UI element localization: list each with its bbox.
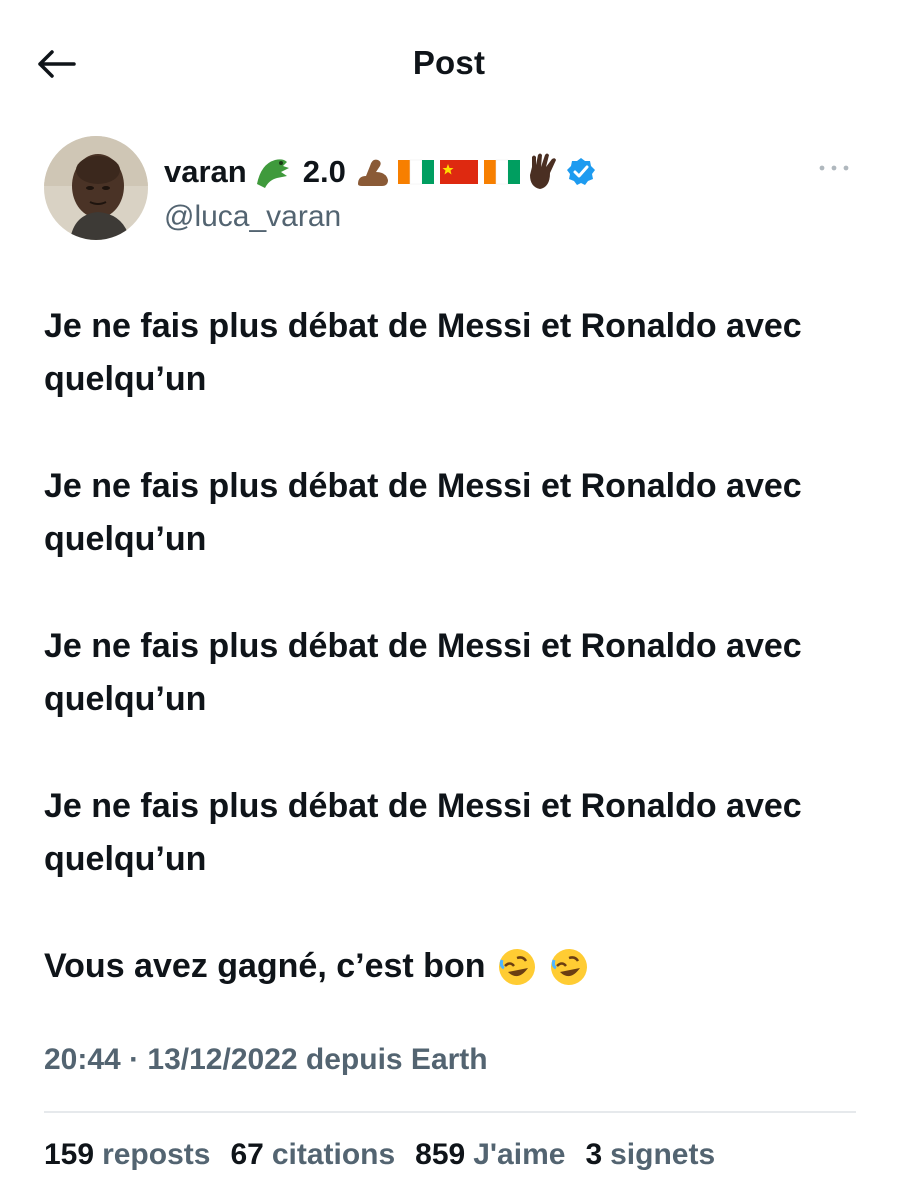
engagement-stats: 159 reposts 67 citations 859 J'aime 3 signet… bbox=[44, 1138, 715, 1172]
ivory-coast-flag-icon bbox=[483, 158, 520, 186]
likes-label: J'aime bbox=[473, 1138, 566, 1171]
name-suffix: 2.0 bbox=[302, 154, 346, 189]
post-time[interactable]: 20:44 bbox=[44, 1043, 121, 1076]
verified-badge-icon bbox=[566, 157, 596, 187]
bookmarks-label: signets bbox=[610, 1138, 716, 1171]
avatar[interactable] bbox=[44, 136, 148, 240]
china-flag-icon bbox=[439, 158, 478, 186]
crocodile-icon bbox=[253, 154, 293, 190]
post-paragraph: Je ne fais plus débat de Messi et Ronald… bbox=[44, 307, 802, 398]
reposts-count: 159 bbox=[44, 1138, 95, 1171]
likes-count: 859 bbox=[415, 1138, 466, 1171]
ivory-coast-flag-icon bbox=[397, 158, 434, 186]
reposts-label: reposts bbox=[102, 1138, 211, 1171]
display-name-text: varan bbox=[164, 154, 247, 189]
rolling-laughing-icon bbox=[548, 946, 590, 988]
rolling-laughing-icon bbox=[496, 946, 538, 988]
quotes-stat[interactable]: 67 citations bbox=[230, 1138, 395, 1172]
display-name[interactable]: varan 2.0 bbox=[164, 150, 596, 194]
post-paragraph: Je ne fais plus débat de Messi et Ronald… bbox=[44, 627, 802, 718]
final-line-text: Vous avez gagné, c’est bon bbox=[44, 947, 486, 985]
flexed-biceps-icon bbox=[352, 154, 392, 190]
reposts-stat[interactable]: 159 reposts bbox=[44, 1138, 210, 1172]
quotes-label: citations bbox=[271, 1138, 396, 1171]
post-paragraph: Je ne fais plus débat de Messi et Ronald… bbox=[44, 787, 802, 878]
top-bar: Post bbox=[0, 0, 898, 120]
post-paragraph: Je ne fais plus débat de Messi et Ronald… bbox=[44, 467, 802, 558]
more-horizontal-icon bbox=[819, 165, 849, 171]
bookmarks-stat[interactable]: 3 signets bbox=[585, 1138, 715, 1172]
post-date[interactable]: 13/12/2022 bbox=[147, 1043, 297, 1076]
vulcan-salute-icon bbox=[526, 153, 560, 191]
post-final-line: Vous avez gagné, c’est bon bbox=[44, 940, 844, 993]
divider bbox=[44, 1111, 856, 1113]
more-button[interactable] bbox=[814, 154, 854, 182]
user-handle[interactable]: @luca_varan bbox=[164, 200, 341, 234]
post-source: depuis Earth bbox=[305, 1043, 488, 1076]
likes-stat[interactable]: 859 J'aime bbox=[415, 1138, 565, 1172]
quotes-count: 67 bbox=[230, 1138, 264, 1171]
post-text: Je ne fais plus débat de Messi et Ronald… bbox=[44, 300, 844, 993]
bookmarks-count: 3 bbox=[585, 1138, 603, 1171]
post-author: varan 2.0 @luca_varan bbox=[44, 136, 864, 246]
meta-separator: · bbox=[129, 1043, 140, 1076]
page-title: Post bbox=[412, 44, 486, 81]
post-metadata: 20:44 · 13/12/2022 depuis Earth bbox=[44, 1043, 488, 1077]
